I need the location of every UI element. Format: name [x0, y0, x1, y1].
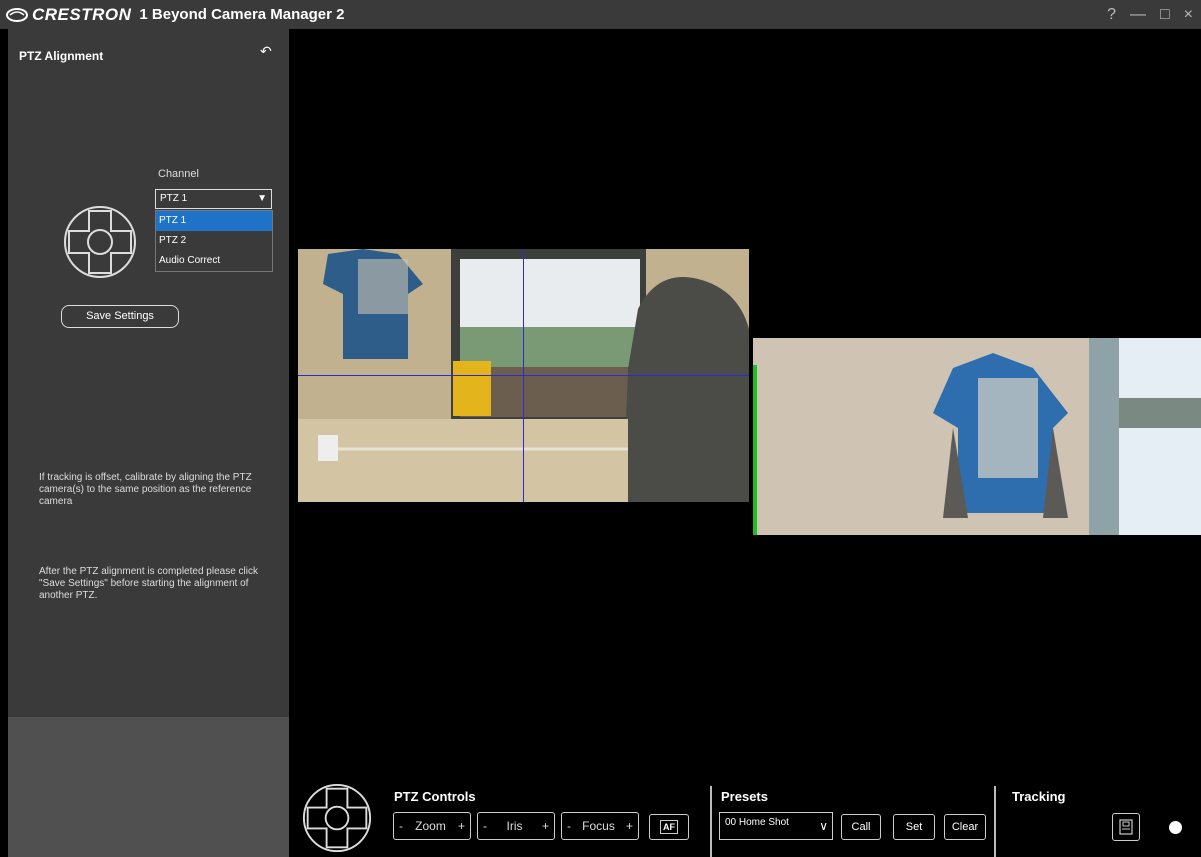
left-edge [0, 29, 8, 857]
presets-title: Presets [721, 789, 768, 804]
brand-name: CRESTRON [32, 4, 132, 24]
help-icon[interactable]: ? [1107, 6, 1116, 24]
chevron-down-icon: ▼ [257, 193, 267, 204]
set-preset-button[interactable]: Set [893, 814, 935, 840]
window-controls: ? — □ × [1107, 0, 1193, 29]
app-title: 1 Beyond Camera Manager 2 [139, 6, 345, 23]
zoom-label: Zoom [415, 819, 446, 833]
info-after-text: After the PTZ alignment is completed ple… [39, 566, 258, 601]
reference-camera-feed[interactable] [298, 249, 749, 502]
ptz-camera-feed[interactable] [753, 338, 1201, 535]
divider [710, 786, 712, 857]
channel-select-value: PTZ 1 [160, 193, 188, 204]
divider [994, 786, 996, 857]
info-offset-text: If tracking is offset, calibrate by alig… [39, 472, 252, 507]
chevron-down-icon: ∨ [819, 819, 828, 833]
left-panel-footer [8, 717, 289, 857]
tracking-title: Tracking [1012, 789, 1066, 804]
focus-label: Focus [582, 819, 615, 833]
alignment-marker [753, 365, 757, 535]
ptz-joystick[interactable] [302, 783, 372, 853]
channel-dropdown: PTZ 1 PTZ 2 Audio Correct [155, 210, 273, 272]
zoom-control: - Zoom + [393, 812, 471, 840]
call-preset-button[interactable]: Call [841, 814, 881, 840]
autofocus-button[interactable]: AF [649, 814, 689, 840]
focus-near-button[interactable]: - [567, 819, 571, 833]
ptz-alignment-panel: PTZ Alignment ↶ Channel PTZ 1 ▼ PTZ 1 PT… [8, 29, 289, 717]
iris-control: - Iris + [477, 812, 555, 840]
tracking-settings-button[interactable] [1112, 813, 1140, 841]
channel-option-ptz2[interactable]: PTZ 2 [156, 231, 272, 251]
clear-preset-button[interactable]: Clear [944, 814, 986, 840]
maximize-icon[interactable]: □ [1160, 6, 1170, 24]
minimize-icon[interactable]: — [1130, 6, 1146, 24]
title-bar: CRESTRON 1 Beyond Camera Manager 2 ? — □… [0, 0, 1201, 29]
iris-close-button[interactable]: - [483, 819, 487, 833]
channel-label: Channel [158, 168, 199, 180]
panel-title: PTZ Alignment [19, 49, 104, 63]
back-icon[interactable]: ↶ [260, 43, 272, 60]
iris-label: Iris [506, 819, 523, 833]
save-settings-button[interactable]: Save Settings [61, 305, 179, 328]
preset-select[interactable]: 00 Home Shot ∨ [719, 812, 833, 840]
focus-far-button[interactable]: + [626, 819, 633, 833]
zoom-in-button[interactable]: + [458, 819, 465, 833]
focus-control: - Focus + [561, 812, 639, 840]
channel-option-ptz1[interactable]: PTZ 1 [156, 211, 272, 231]
crestron-swirl-icon [6, 7, 28, 22]
iris-open-button[interactable]: + [542, 819, 549, 833]
channel-select[interactable]: PTZ 1 ▼ [155, 189, 272, 209]
preset-select-value: 00 Home Shot [725, 817, 789, 828]
ptz-controls-title: PTZ Controls [394, 789, 476, 804]
pan-tilt-joystick[interactable] [63, 205, 137, 279]
tracking-frame-icon [1119, 819, 1133, 835]
crosshair-horizontal [298, 375, 749, 376]
ptz-camera-image [753, 338, 1201, 535]
tracking-status-indicator[interactable] [1169, 821, 1182, 834]
crestron-logo: CRESTRON [6, 5, 131, 25]
zoom-out-button[interactable]: - [399, 819, 403, 833]
channel-option-audio-correct[interactable]: Audio Correct [156, 251, 272, 271]
close-icon[interactable]: × [1184, 6, 1193, 24]
autofocus-icon: AF [660, 820, 678, 834]
